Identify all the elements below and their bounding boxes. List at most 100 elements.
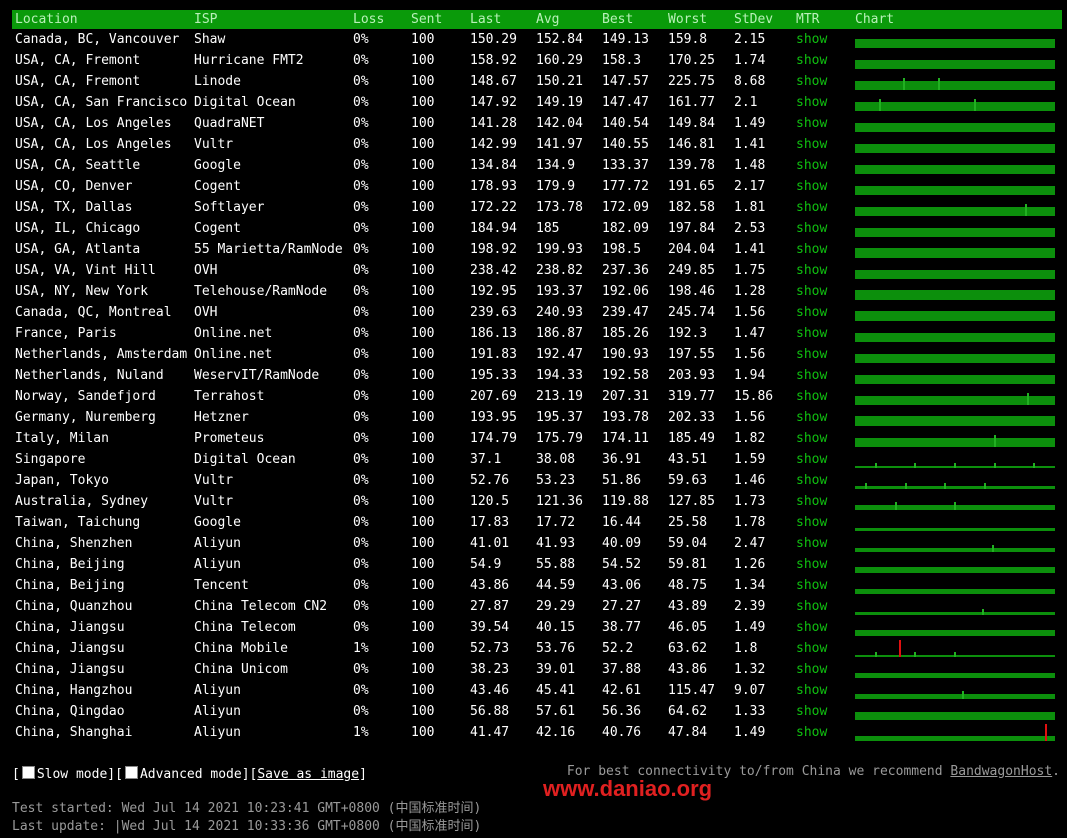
cell-isp: Aliyun — [194, 725, 241, 740]
cell-isp: Aliyun — [194, 704, 241, 719]
cell-sent: 100 — [411, 158, 435, 173]
mtr-show-link[interactable]: show — [796, 221, 827, 236]
cell-last: 174.79 — [470, 431, 517, 446]
chart-spike — [954, 463, 956, 468]
mtr-show-link[interactable]: show — [796, 284, 827, 299]
table-row: USA, CA, Fremont Linode 0% 100 148.67 150.21 1… — [12, 71, 1062, 92]
cell-avg: 53.23 — [536, 473, 576, 488]
table-row: USA, TX, Dallas Softlayer 0% 100 172.22 173.7… — [12, 197, 1062, 218]
cell-worst: 127.85 — [668, 494, 715, 509]
cell-location: USA, GA, Atlanta — [15, 242, 141, 257]
mtr-show-link[interactable]: show — [796, 725, 827, 740]
cell-sent: 100 — [411, 74, 435, 89]
cell-location: USA, VA, Vint Hill — [15, 263, 156, 278]
mtr-show-link[interactable]: show — [796, 368, 827, 383]
cell-isp: Hurricane FMT2 — [194, 53, 304, 68]
mtr-show-link[interactable]: show — [796, 116, 827, 131]
mtr-show-link[interactable]: show — [796, 704, 827, 719]
mtr-show-link[interactable]: show — [796, 389, 827, 404]
chart-spike — [984, 483, 986, 489]
mtr-show-link[interactable]: show — [796, 599, 827, 614]
header-chart: Chart — [855, 12, 895, 27]
mtr-show-link[interactable]: show — [796, 137, 827, 152]
mtr-show-link[interactable]: show — [796, 200, 827, 215]
table-row: China, Hangzhou Aliyun 0% 100 43.46 45.41 42.6… — [12, 680, 1062, 701]
cell-location: USA, CO, Denver — [15, 179, 133, 194]
cell-location: Netherlands, Nuland — [15, 368, 164, 383]
cell-best: 51.86 — [602, 473, 642, 488]
table-row: Germany, Nuremberg Hetzner 0% 100 193.95 195.… — [12, 407, 1062, 428]
cell-location: China, Qingdao — [15, 704, 125, 719]
mtr-show-link[interactable]: show — [796, 95, 827, 110]
mtr-show-link[interactable]: show — [796, 347, 827, 362]
slow-mode-checkbox[interactable] — [21, 766, 35, 779]
header-stdev: StDev — [734, 12, 774, 27]
latency-chart — [855, 514, 1055, 531]
chart-spike — [992, 545, 994, 552]
mtr-show-link[interactable]: show — [796, 431, 827, 446]
cell-isp: Aliyun — [194, 683, 241, 698]
mtr-show-link[interactable]: show — [796, 305, 827, 320]
cell-last: 158.92 — [470, 53, 517, 68]
mtr-show-link[interactable]: show — [796, 53, 827, 68]
cell-avg: 152.84 — [536, 32, 583, 47]
chart-fill — [855, 736, 1055, 741]
cell-stdev: 1.28 — [734, 284, 766, 299]
cell-isp: OVH — [194, 263, 218, 278]
cell-loss: 0% — [353, 368, 369, 383]
cell-last: 198.92 — [470, 242, 517, 257]
chart-fill — [855, 165, 1055, 174]
mtr-show-link[interactable]: show — [796, 32, 827, 47]
slow-mode-label[interactable]: Slow mode — [37, 767, 107, 782]
cell-sent: 100 — [411, 221, 435, 236]
mtr-show-link[interactable]: show — [796, 557, 827, 572]
cell-avg: 194.33 — [536, 368, 583, 383]
cell-last: 192.95 — [470, 284, 517, 299]
mtr-show-link[interactable]: show — [796, 263, 827, 278]
save-as-image-link[interactable]: Save as image — [257, 767, 359, 782]
cell-stdev: 1.41 — [734, 137, 766, 152]
advanced-mode-checkbox[interactable] — [124, 766, 138, 779]
chart-fill — [855, 528, 1055, 531]
mtr-show-link[interactable]: show — [796, 326, 827, 341]
cell-loss: 0% — [353, 557, 369, 572]
cell-best: 237.36 — [602, 263, 649, 278]
mtr-show-link[interactable]: show — [796, 452, 827, 467]
chart-fill — [855, 630, 1055, 636]
cell-avg: 185 — [536, 221, 560, 236]
cell-stdev: 1.47 — [734, 326, 766, 341]
cell-location: USA, NY, New York — [15, 284, 149, 299]
cell-worst: 63.62 — [668, 641, 708, 656]
chart-spike — [1025, 204, 1027, 216]
mtr-show-link[interactable]: show — [796, 473, 827, 488]
mtr-show-link[interactable]: show — [796, 179, 827, 194]
bandwagonhost-link[interactable]: BandwagonHost — [950, 764, 1052, 779]
mtr-show-link[interactable]: show — [796, 74, 827, 89]
cell-loss: 0% — [353, 410, 369, 425]
cell-stdev: 1.82 — [734, 431, 766, 446]
advanced-mode-label[interactable]: Advanced mode — [140, 767, 242, 782]
cell-sent: 100 — [411, 389, 435, 404]
mtr-show-link[interactable]: show — [796, 683, 827, 698]
cell-stdev: 1.49 — [734, 725, 766, 740]
mtr-show-link[interactable]: show — [796, 662, 827, 677]
mtr-show-link[interactable]: show — [796, 494, 827, 509]
mtr-show-link[interactable]: show — [796, 620, 827, 635]
cell-best: 37.88 — [602, 662, 642, 677]
cell-avg: 213.19 — [536, 389, 583, 404]
cell-last: 43.46 — [470, 683, 510, 698]
cell-best: 42.61 — [602, 683, 642, 698]
mtr-show-link[interactable]: show — [796, 536, 827, 551]
mtr-show-link[interactable]: show — [796, 242, 827, 257]
mtr-show-link[interactable]: show — [796, 410, 827, 425]
mtr-show-link[interactable]: show — [796, 578, 827, 593]
cell-avg: 41.93 — [536, 536, 576, 551]
mtr-show-link[interactable]: show — [796, 158, 827, 173]
mtr-show-link[interactable]: show — [796, 515, 827, 530]
cell-worst: 59.04 — [668, 536, 708, 551]
cell-stdev: 1.78 — [734, 515, 766, 530]
chart-fill — [855, 486, 1055, 489]
cell-loss: 0% — [353, 32, 369, 47]
mtr-show-link[interactable]: show — [796, 641, 827, 656]
table-row: China, Qingdao Aliyun 0% 100 56.88 57.61 56.36… — [12, 701, 1062, 722]
